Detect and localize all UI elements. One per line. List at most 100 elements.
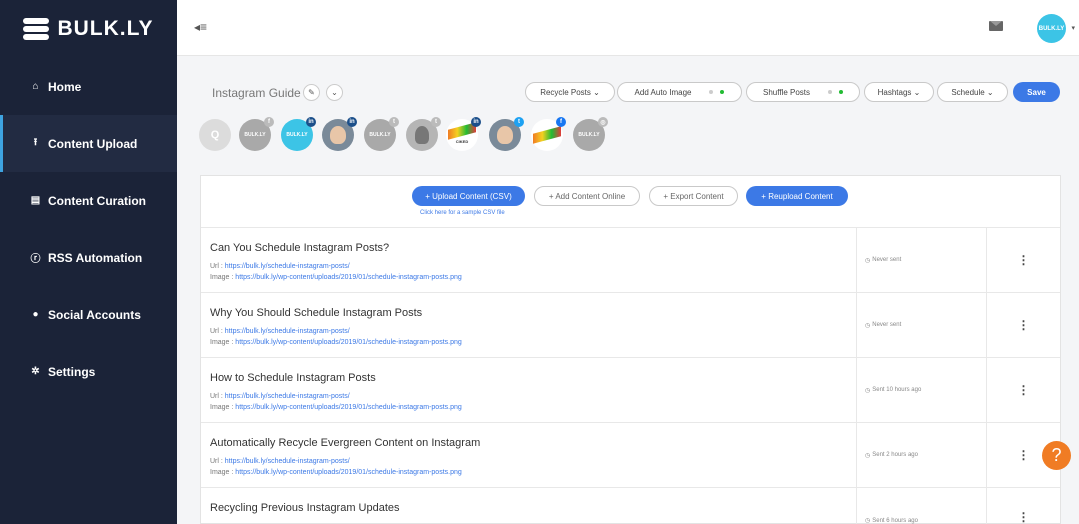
table-row: Why You Should Schedule Instagram Posts …	[201, 293, 1060, 358]
row-menu-button[interactable]: ⋮	[987, 358, 1060, 422]
schedule-dropdown[interactable]: Schedule ⌄	[937, 82, 1008, 102]
post-url-link[interactable]: https://bulk.ly/schedule-instagram-posts…	[225, 263, 350, 270]
account-avatar[interactable]: f	[531, 117, 566, 151]
shuffle-posts-toggle[interactable]: Shuffle Posts	[746, 82, 860, 102]
clock-icon: ◷	[865, 322, 871, 329]
account-avatar[interactable]: BULK.LY in	[281, 117, 316, 151]
row-menu-button[interactable]: ⋮	[987, 488, 1060, 524]
content-action-bar: + Upload Content (CSV) + Add Content Onl…	[201, 176, 1060, 228]
url-label: Url :	[210, 263, 225, 270]
twitter-icon: t	[514, 117, 524, 127]
account-avatar[interactable]: in	[322, 117, 357, 151]
hashtags-dropdown[interactable]: Hashtags ⌄	[864, 82, 934, 102]
post-image: Image : https://bulk.ly/wp-content/uploa…	[210, 404, 462, 411]
table-row: Automatically Recycle Evergreen Content …	[201, 423, 1060, 488]
sidebar-item-label: Content Curation	[48, 193, 146, 208]
toggle-off-dot-icon	[709, 90, 714, 94]
brand-logo[interactable]: BULK.LY	[0, 0, 177, 58]
account-avatar[interactable]: t	[489, 117, 524, 151]
sidebar-item-settings[interactable]: ✲ Settings	[0, 343, 177, 400]
title-dropdown-button[interactable]: ⌄	[326, 84, 343, 101]
image-label: Image :	[210, 404, 236, 411]
sidebar-item-home[interactable]: ⌂ Home	[0, 58, 177, 115]
post-title: Can You Schedule Instagram Posts?	[210, 242, 390, 254]
post-image-link[interactable]: https://bulk.ly/wp-content/uploads/2019/…	[235, 339, 461, 346]
mail-icon[interactable]	[989, 21, 1003, 31]
row-menu-button[interactable]: ⋮	[987, 228, 1060, 292]
account-logo-text: BULK.LY	[244, 132, 266, 138]
post-image-link[interactable]: https://bulk.ly/wp-content/uploads/2019/…	[235, 274, 461, 281]
sidebar-item-social-accounts[interactable]: ● Social Accounts	[0, 286, 177, 343]
post-image-link[interactable]: https://bulk.ly/wp-content/uploads/2019/…	[235, 469, 461, 476]
clock-icon: ◷	[865, 452, 871, 459]
sidebar: BULK.LY ⌂ Home ⭱ Content Upload ▤ Content C…	[0, 0, 177, 524]
help-button[interactable]: ?	[1042, 441, 1071, 470]
sidebar-item-content-curation[interactable]: ▤ Content Curation	[0, 172, 177, 229]
export-content-button[interactable]: + Export Content	[649, 186, 738, 206]
toggle-on-dot-icon	[839, 90, 843, 94]
shuffle-posts-label: Shuffle Posts	[763, 87, 810, 97]
sidebar-item-rss-automation[interactable]: ⓡ RSS Automation	[0, 229, 177, 286]
post-url: Url : https://bulk.ly/schedule-instagram…	[210, 263, 350, 270]
search-icon: Q	[210, 129, 220, 141]
table-row: How to Schedule Instagram Posts Url : ht…	[201, 358, 1060, 423]
url-label: Url :	[210, 458, 225, 465]
post-url-link[interactable]: https://bulk.ly/schedule-instagram-posts…	[225, 458, 350, 465]
kebab-menu-icon: ⋮	[1017, 253, 1030, 267]
post-status: ◷ Sent 2 hours ago	[856, 423, 987, 487]
row-menu-button[interactable]: ⋮	[987, 293, 1060, 357]
recycle-posts-dropdown[interactable]: Recycle Posts ⌄	[525, 82, 615, 102]
kebab-menu-icon: ⋮	[1017, 383, 1030, 397]
reupload-content-button[interactable]: + Reupload Content	[746, 186, 848, 206]
sidebar-nav: ⌂ Home ⭱ Content Upload ▤ Content Curation …	[0, 58, 177, 400]
account-logo-text: BULK.LY	[369, 132, 391, 138]
sample-csv-link[interactable]: Click here for a sample CSV file	[420, 210, 505, 216]
kebab-menu-icon: ⋮	[1017, 318, 1030, 332]
sidebar-item-content-upload[interactable]: ⭱ Content Upload	[0, 115, 177, 172]
post-image: Image : https://bulk.ly/wp-content/uploa…	[210, 339, 462, 346]
edit-button[interactable]: ✎	[303, 84, 320, 101]
account-avatar[interactable]: BULK.LY f	[239, 117, 274, 151]
pencil-icon: ✎	[308, 88, 315, 97]
save-button[interactable]: Save	[1013, 82, 1060, 102]
table-row: Can You Schedule Instagram Posts? Url : …	[201, 228, 1060, 293]
post-image: Image : https://bulk.ly/wp-content/uploa…	[210, 274, 462, 281]
post-image-link[interactable]: https://bulk.ly/wp-content/uploads/2019/…	[235, 404, 461, 411]
post-url: Url : https://bulk.ly/schedule-instagram…	[210, 458, 350, 465]
linkedin-icon: in	[347, 117, 357, 127]
account-search-button[interactable]: Q	[199, 119, 231, 151]
upload-csv-button[interactable]: + Upload Content (CSV)	[412, 186, 525, 206]
post-url-link[interactable]: https://bulk.ly/schedule-instagram-posts…	[225, 328, 350, 335]
image-label: Image :	[210, 469, 236, 476]
sidebar-item-label: Settings	[48, 364, 96, 379]
status-text: Sent 10 hours ago	[872, 387, 922, 393]
twitter-icon: t	[389, 117, 399, 127]
avatar[interactable]: BULK.LY	[1037, 14, 1066, 43]
chevron-down-icon[interactable]: ▾	[1071, 24, 1075, 32]
post-image: Image : https://bulk.ly/wp-content/uploa…	[210, 469, 462, 476]
add-auto-image-toggle[interactable]: Add Auto Image	[617, 82, 742, 102]
account-avatar[interactable]: t	[406, 117, 441, 151]
post-url: Url : https://bulk.ly/schedule-instagram…	[210, 393, 350, 400]
account-avatar[interactable]: BULK.LY ◎	[573, 117, 608, 151]
account-avatar[interactable]: BULK.LY t	[364, 117, 399, 151]
post-url-link[interactable]: https://bulk.ly/schedule-instagram-posts…	[225, 393, 350, 400]
toggle-on-dot-icon	[720, 90, 725, 94]
page-title: Instagram Guide	[212, 86, 301, 100]
status-text: Never sent	[872, 322, 902, 328]
sidebar-item-label: Content Upload	[48, 136, 138, 151]
sidebar-item-label: Social Accounts	[48, 307, 141, 322]
instagram-icon: ◎	[598, 117, 608, 127]
content-panel: + Upload Content (CSV) + Add Content Onl…	[200, 175, 1061, 524]
linkedin-icon: in	[471, 117, 481, 127]
add-content-online-button[interactable]: + Add Content Online	[534, 186, 640, 206]
post-status: ◷ Sent 10 hours ago	[856, 358, 987, 422]
collapse-sidebar-icon[interactable]: ◂≡	[194, 20, 207, 34]
account-avatar[interactable]: CIKED in	[446, 117, 481, 151]
kebab-menu-icon: ⋮	[1017, 510, 1030, 524]
facebook-icon: f	[264, 117, 274, 127]
post-title: How to Schedule Instagram Posts	[210, 372, 376, 384]
post-title: Recycling Previous Instagram Updates	[210, 502, 400, 514]
image-label: Image :	[210, 339, 236, 346]
user-icon: ●	[32, 309, 39, 320]
